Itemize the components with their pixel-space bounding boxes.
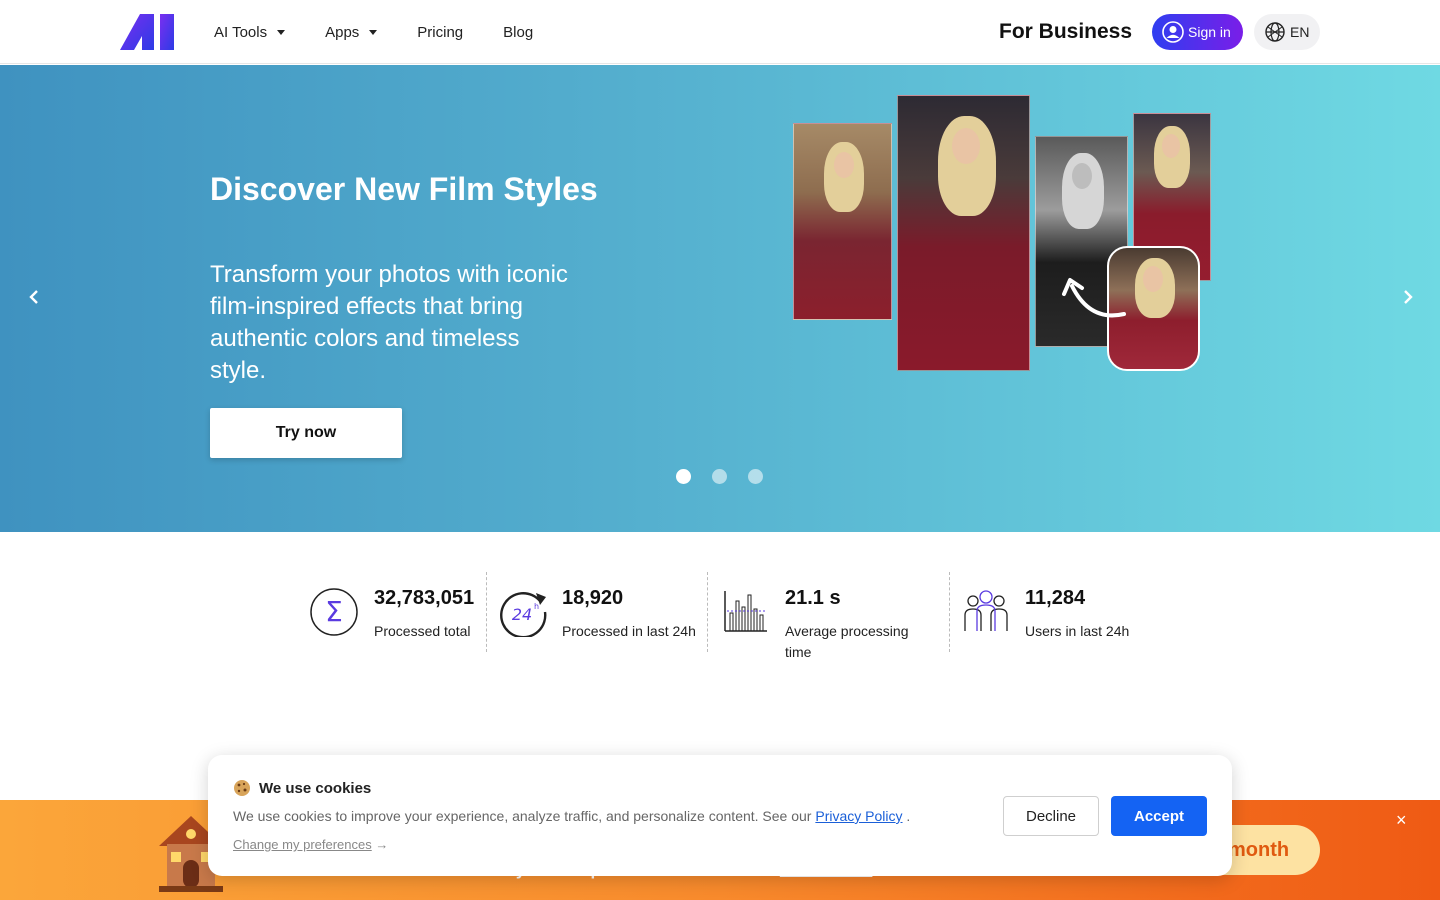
cookie-message: We use cookies to improve your experienc…	[233, 808, 910, 824]
sign-in-label: Sign in	[1188, 24, 1231, 40]
transform-arrow-icon	[1062, 278, 1126, 318]
cookie-banner: We use cookies We use cookies to improve…	[208, 755, 1232, 876]
cookie-message-text: We use cookies to improve your experienc…	[233, 808, 812, 824]
stat-label: Average processing time	[785, 623, 909, 660]
for-business-link[interactable]: For Business	[999, 20, 1132, 44]
bar-chart-icon	[724, 591, 767, 632]
carousel-prev-button[interactable]	[24, 287, 44, 307]
carousel-next-button[interactable]	[1398, 287, 1418, 307]
arrow-right-icon: →	[375, 837, 389, 852]
site-header: AI Tools Apps Pricing Blog For Business …	[0, 0, 1440, 64]
change-preferences-label: Change my preferences	[233, 837, 372, 852]
hero-title: Discover New Film Styles	[210, 171, 598, 207]
sigma-icon: Σ	[310, 588, 358, 636]
nav-apps[interactable]: Apps	[325, 23, 378, 41]
language-label: EN	[1290, 24, 1310, 40]
try-now-button[interactable]: Try now	[210, 408, 402, 458]
chevron-left-icon	[29, 290, 38, 304]
stat-label: Processed total	[374, 623, 471, 639]
cookie-title: We use cookies	[233, 779, 371, 797]
chevron-right-icon	[1404, 290, 1413, 304]
globe-icon	[1265, 22, 1285, 42]
chevron-down-icon	[369, 29, 378, 35]
stat-processed-24h: 24 h 18,920 Processed in last 24h	[498, 587, 696, 642]
hero-carousel: Discover New Film Styles Transform your …	[0, 65, 1440, 532]
stat-processed-total: Σ 32,783,051 Processed total	[310, 587, 474, 642]
stat-value: 18,920	[562, 587, 624, 609]
cookie-title-text: We use cookies	[259, 779, 372, 797]
stat-divider	[949, 572, 950, 652]
carousel-dot-1[interactable]	[676, 469, 691, 484]
stat-value: 21.1 s	[785, 587, 841, 609]
stat-value: 32,783,051	[374, 587, 475, 609]
stat-value: 11,284	[1025, 587, 1086, 609]
sign-in-button[interactable]: Sign in	[1152, 14, 1243, 50]
stat-divider	[486, 572, 487, 652]
stat-users-24h: 11,284 Users in last 24h	[961, 587, 1129, 642]
film-photo-sepia	[793, 123, 892, 320]
nav-blog[interactable]: Blog	[503, 24, 533, 41]
nav-ai-tools-label: AI Tools	[214, 23, 268, 41]
close-icon[interactable]: ×	[1396, 810, 1407, 831]
decline-button[interactable]: Decline	[1003, 796, 1099, 836]
stat-label: Processed in last 24h	[562, 623, 696, 639]
users-icon	[964, 590, 1008, 631]
carousel-dot-3[interactable]	[748, 469, 763, 484]
carousel-dot-2[interactable]	[712, 469, 727, 484]
stat-average-time: 21.1 s Average processing time	[721, 587, 915, 663]
carousel-dots	[676, 469, 784, 484]
stat-divider	[707, 572, 708, 652]
hero-description: Transform your photos with iconic film-i…	[210, 261, 568, 384]
stats-section: Σ 32,783,051 Processed total 24 h 18,920…	[0, 532, 1440, 692]
cookie-icon	[234, 780, 250, 796]
chevron-down-icon	[277, 29, 286, 35]
accept-button[interactable]: Accept	[1111, 796, 1207, 836]
main-nav: AI Tools Apps Pricing Blog	[214, 0, 573, 64]
nav-pricing-label: Pricing	[417, 23, 464, 41]
svg-text:24: 24	[512, 605, 532, 624]
nav-pricing[interactable]: Pricing	[417, 24, 463, 41]
svg-text:Σ: Σ	[325, 595, 343, 628]
language-selector[interactable]: EN	[1254, 14, 1320, 50]
change-preferences-link[interactable]: Change my preferences →	[233, 837, 388, 852]
privacy-policy-link[interactable]: Privacy Policy	[815, 808, 902, 824]
ai-logo[interactable]	[120, 14, 176, 50]
user-icon	[1162, 21, 1184, 43]
nav-blog-label: Blog	[503, 23, 534, 41]
clock-24h-icon: 24 h	[500, 592, 547, 637]
nav-apps-label: Apps	[325, 23, 360, 41]
svg-text:h: h	[534, 602, 539, 611]
film-photo-main	[897, 95, 1030, 371]
cookie-message-period: .	[906, 808, 911, 824]
stat-label: Users in last 24h	[1025, 623, 1130, 639]
nav-ai-tools[interactable]: AI Tools	[214, 23, 286, 41]
